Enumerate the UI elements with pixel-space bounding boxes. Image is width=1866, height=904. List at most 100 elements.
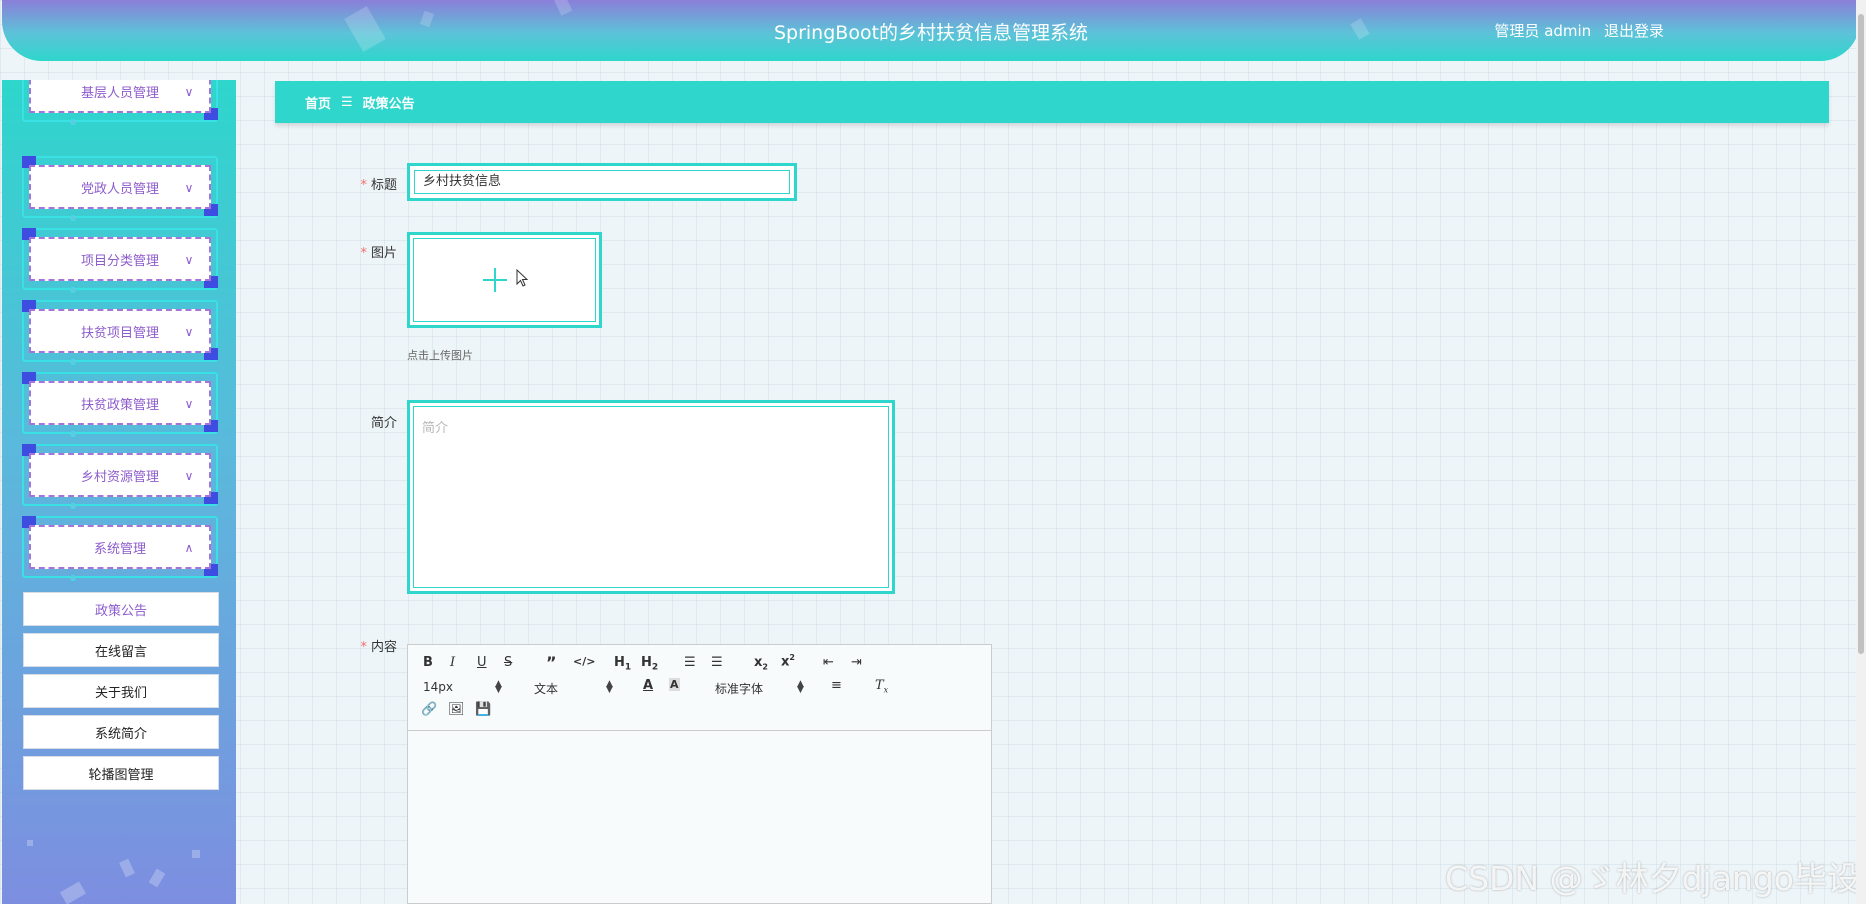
sidebar-item-system[interactable]: 系统管理 ∧ (22, 516, 218, 581)
image-label: * 图片 (307, 242, 397, 261)
sidebar-decoration (148, 868, 166, 888)
chevron-down-icon: ∨ (184, 325, 194, 339)
subscript-icon[interactable]: x2 (754, 655, 768, 672)
heading-2-icon[interactable]: H2 (641, 655, 658, 673)
menu-dot (70, 119, 76, 125)
heading-1-icon[interactable]: H1 (614, 655, 631, 673)
title-input[interactable]: 乡村扶贫信息 (407, 163, 797, 201)
menu-dot (70, 503, 76, 509)
top-header: SpringBoot的乡村扶贫信息管理系统 管理员 admin 退出登录 (2, 0, 1860, 61)
rich-text-editor: B I U S ” </> H1 H2 ☰ ☰ x2 x2 ⇤ ⇥ 14px ▲… (407, 644, 992, 904)
italic-icon[interactable]: I (450, 655, 455, 670)
superscript-icon[interactable]: x2 (781, 653, 795, 669)
bold-icon[interactable]: B (423, 655, 433, 670)
intro-label: 简介 (307, 412, 397, 431)
image-upload[interactable] (407, 232, 602, 328)
menu-label-box: 党政人员管理 ∨ (29, 165, 211, 209)
menu-label-box: 乡村资源管理 ∨ (29, 453, 211, 497)
required-mark: * (360, 178, 367, 193)
chevron-down-icon: ∨ (184, 85, 194, 99)
breadcrumb-separator-icon: ☰ (341, 94, 353, 110)
menu-dot (70, 431, 76, 437)
menu-label-box: 基层人员管理 ∨ (29, 80, 211, 113)
ordered-list-icon[interactable]: ☰ (684, 655, 696, 670)
cursor-icon (516, 269, 528, 287)
sidebar: 基层人员管理 ∨ 党政人员管理 ∨ 项目分类管理 ∨ 扶贫项目管理 ∨ 扶贫政策… (2, 80, 236, 904)
chevron-up-icon: ∧ (184, 541, 194, 555)
sidebar-item-label: 乡村资源管理 (80, 469, 159, 485)
background-color-icon[interactable]: A (669, 678, 680, 691)
image-upload-area (413, 238, 596, 322)
submenu-system-intro[interactable]: 系统简介 (23, 715, 219, 749)
font-family-select[interactable]: 标准字体 ▲ ▼ (715, 680, 805, 697)
menu-label-box: 扶贫政策管理 ∨ (29, 381, 211, 425)
sidebar-item-label: 党政人员管理 (80, 181, 159, 197)
sidebar-item-grassroots-staff[interactable]: 基层人员管理 ∨ (22, 80, 218, 125)
breadcrumb-current: 政策公告 (362, 96, 415, 112)
menu-dot (70, 215, 76, 221)
submenu-policy-notice[interactable]: 政策公告 (23, 592, 219, 626)
blockquote-icon[interactable]: ” (546, 653, 557, 672)
sidebar-item-poverty-policy[interactable]: 扶贫政策管理 ∨ (22, 372, 218, 437)
breadcrumb-home[interactable]: 首页 (305, 93, 331, 112)
logout-button[interactable]: 退出登录 (1604, 22, 1664, 40)
clear-format-icon[interactable]: Tx (875, 678, 888, 695)
watermark: CSDN @ゞ林夕django毕设 (1445, 859, 1860, 898)
font-family-value: 标准字体 (715, 682, 764, 696)
menu-dot (70, 359, 76, 365)
menu-label-box: 项目分类管理 ∨ (29, 237, 211, 281)
link-icon[interactable]: 🔗 (421, 702, 437, 717)
required-mark: * (360, 246, 367, 261)
breadcrumb: 首页 ☰ 政策公告 (275, 81, 1829, 123)
sidebar-item-label: 基层人员管理 (80, 85, 159, 101)
page-scrollbar[interactable] (1856, 0, 1866, 904)
sidebar-item-label: 系统管理 (93, 541, 146, 557)
chevron-down-icon: ∨ (184, 397, 194, 411)
select-arrows-icon: ▲ ▼ (606, 679, 613, 695)
scrollbar-thumb[interactable] (1858, 14, 1864, 654)
intro-textarea[interactable]: 简介 (407, 400, 895, 594)
strikethrough-icon[interactable]: S (504, 655, 512, 670)
video-icon[interactable]: 💾 (475, 702, 491, 717)
image-label-text: 图片 (370, 246, 397, 261)
editor-content-area[interactable] (408, 731, 991, 903)
text-style-select[interactable]: 文本 ▲ ▼ (534, 680, 614, 697)
sidebar-decoration (27, 840, 33, 846)
plus-icon (482, 268, 507, 292)
user-area: 管理员 admin 退出登录 (1486, 20, 1664, 41)
header-decoration (553, 0, 573, 16)
menu-label-box: 扶贫项目管理 ∨ (29, 309, 211, 353)
indent-icon[interactable]: ⇥ (851, 655, 862, 670)
font-size-select[interactable]: 14px ▲ ▼ (423, 679, 503, 695)
sidebar-decoration (192, 850, 200, 858)
sidebar-item-project-category[interactable]: 项目分类管理 ∨ (22, 228, 218, 293)
submenu-carousel[interactable]: 轮播图管理 (23, 756, 219, 790)
chevron-down-icon: ∨ (184, 469, 194, 483)
chevron-down-icon: ∨ (184, 181, 194, 195)
select-arrows-icon: ▲ ▼ (797, 679, 804, 695)
editor-toolbar: B I U S ” </> H1 H2 ☰ ☰ x2 x2 ⇤ ⇥ 14px ▲… (408, 645, 991, 731)
title-label: * 标题 (307, 174, 397, 193)
sidebar-item-poverty-project[interactable]: 扶贫项目管理 ∨ (22, 300, 218, 365)
menu-label-box: 系统管理 ∧ (29, 525, 211, 569)
outdent-icon[interactable]: ⇤ (823, 655, 834, 670)
submenu-about-us[interactable]: 关于我们 (23, 674, 219, 708)
sidebar-item-label: 扶贫政策管理 (80, 397, 159, 413)
select-arrows-icon: ▲ ▼ (495, 679, 502, 695)
bullet-list-icon[interactable]: ☰ (711, 655, 723, 670)
title-input-value: 乡村扶贫信息 (414, 170, 790, 194)
sidebar-item-party-staff[interactable]: 党政人员管理 ∨ (22, 156, 218, 221)
upload-hint: 点击上传图片 (407, 349, 473, 362)
submenu-online-message[interactable]: 在线留言 (23, 633, 219, 667)
user-name: 管理员 admin (1494, 22, 1592, 40)
font-color-icon[interactable]: A (643, 678, 653, 693)
code-block-icon[interactable]: </> (573, 655, 595, 668)
image-icon[interactable]: 🖼 (448, 702, 465, 717)
align-icon[interactable]: ≡ (831, 678, 842, 693)
underline-icon[interactable]: U (477, 655, 487, 670)
sidebar-decoration (59, 881, 87, 904)
required-mark: * (360, 640, 367, 655)
sidebar-item-village-resource[interactable]: 乡村资源管理 ∨ (22, 444, 218, 509)
chevron-down-icon: ∨ (184, 253, 194, 267)
intro-placeholder: 简介 (413, 406, 889, 588)
